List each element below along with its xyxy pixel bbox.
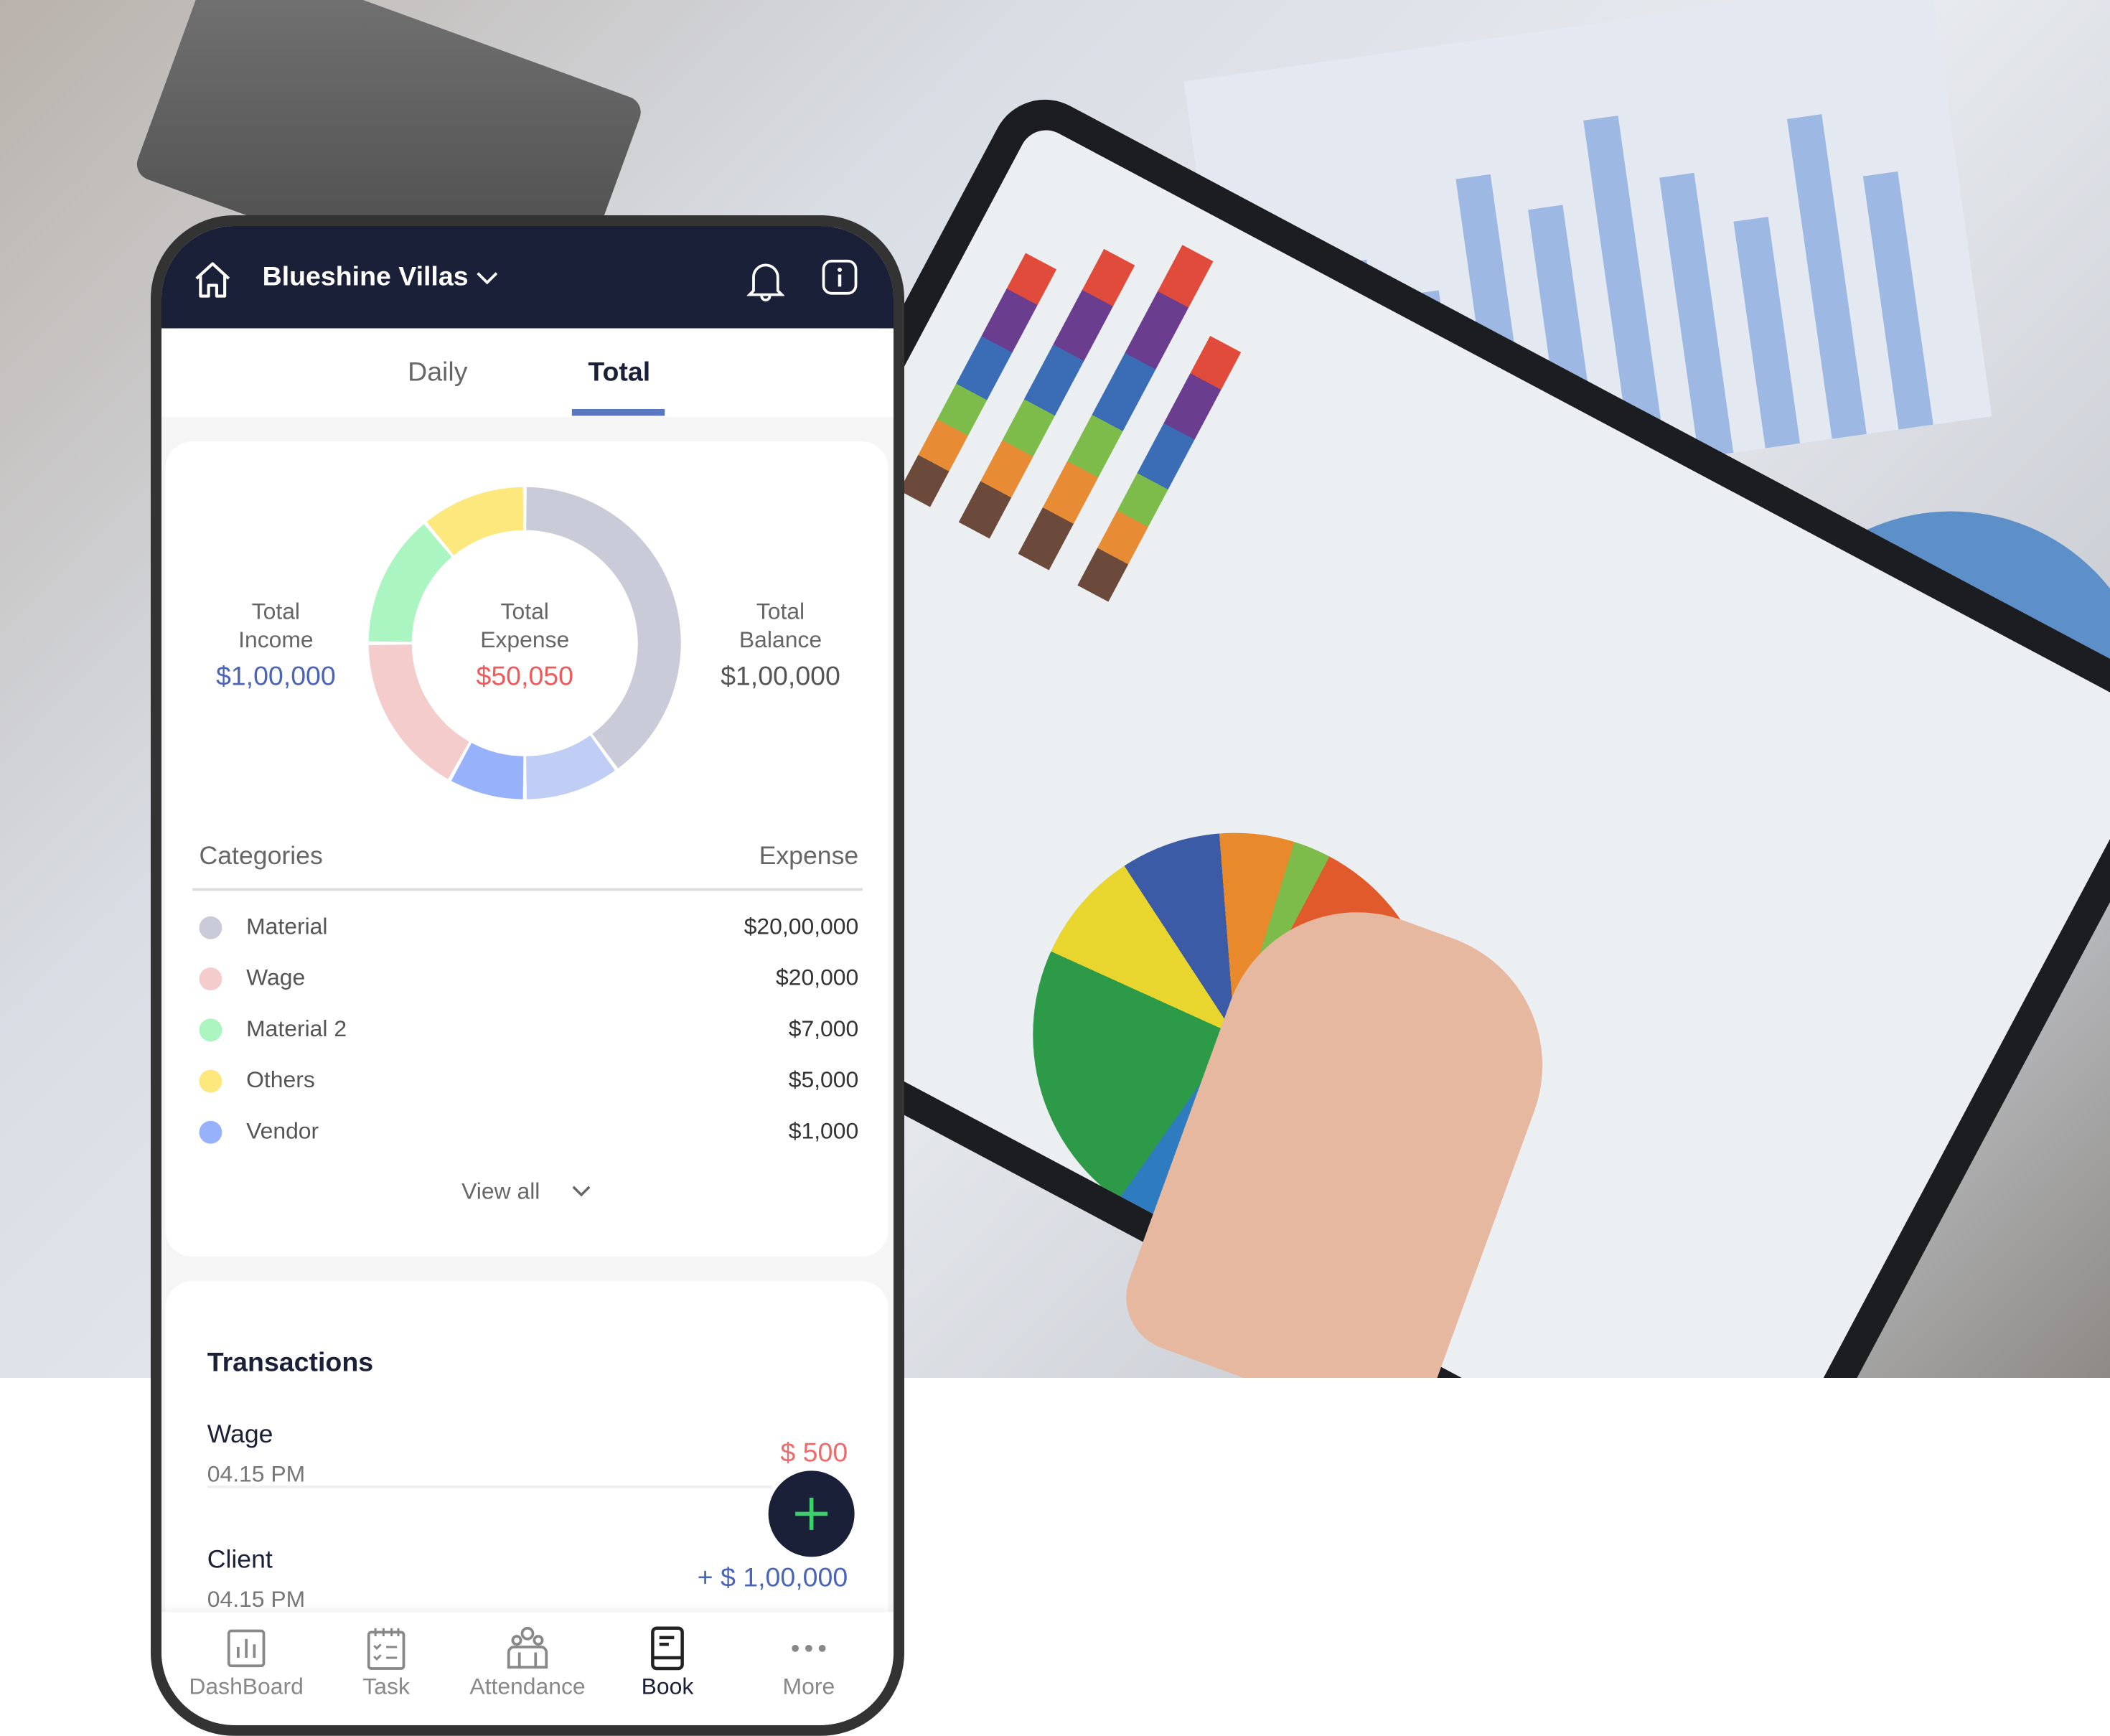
active-tab-indicator — [572, 409, 665, 416]
nav-label: DashBoard — [189, 1674, 303, 1700]
info-icon[interactable] — [821, 258, 859, 296]
category-color-dot — [200, 1070, 222, 1093]
plus-icon — [769, 1470, 855, 1557]
transactions-title: Transactions — [207, 1348, 373, 1379]
chevron-down-icon — [571, 1183, 592, 1199]
category-row[interactable]: Material 2 $7,000 — [200, 1015, 859, 1047]
category-color-dot — [200, 1121, 222, 1144]
category-color-dot — [200, 967, 222, 990]
category-row[interactable]: Wage $20,000 — [200, 964, 859, 996]
category-name: Vendor — [246, 1118, 319, 1145]
category-name: Wage — [246, 965, 305, 992]
income-value: $1,00,000 — [182, 662, 370, 693]
category-amount: $1,000 — [789, 1118, 859, 1145]
category-row[interactable]: Others $5,000 — [200, 1066, 859, 1098]
transaction-row[interactable]: Wage 04.15 PM $ 500 — [207, 1421, 848, 1529]
category-row[interactable]: Material $20,00,000 — [200, 912, 859, 944]
category-amount: $20,000 — [776, 965, 858, 992]
category-row[interactable]: Vendor $1,000 — [200, 1117, 859, 1149]
category-name: Material 2 — [246, 1016, 347, 1043]
add-transaction-button[interactable] — [769, 1470, 855, 1557]
nav-label: More — [783, 1674, 835, 1700]
income-label: TotalIncome — [195, 598, 357, 654]
transaction-amount: + $ 1,00,000 — [698, 1564, 848, 1595]
tab-total[interactable]: Total — [588, 358, 650, 389]
tab-bar: Daily Total — [161, 329, 894, 418]
nav-dashboard[interactable]: DashBoard — [177, 1625, 316, 1701]
nav-label: Attendance — [469, 1674, 585, 1700]
nav-more[interactable]: More — [738, 1625, 878, 1701]
people-icon — [505, 1625, 550, 1671]
tab-daily[interactable]: Daily — [408, 358, 467, 389]
category-amount: $20,00,000 — [744, 914, 859, 941]
project-name[interactable]: Blueshine Villas — [263, 263, 469, 294]
balance-label: TotalBalance — [700, 598, 861, 654]
more-dots-icon — [786, 1625, 832, 1671]
expense-value: $50,050 — [431, 662, 619, 693]
nav-book[interactable]: Book — [598, 1625, 738, 1701]
category-amount: $5,000 — [789, 1067, 859, 1094]
transaction-time: 04.15 PM — [207, 1461, 305, 1488]
home-icon[interactable] — [191, 258, 234, 301]
nav-task[interactable]: Task — [316, 1625, 456, 1701]
summary-card: TotalIncome $1,00,000 TotalExpense $50,0… — [166, 441, 888, 1257]
nav-label: Task — [362, 1674, 410, 1700]
divider — [207, 1486, 773, 1488]
transaction-amount: $ 500 — [780, 1438, 848, 1469]
chevron-down-icon[interactable] — [475, 269, 500, 288]
transaction-name: Client — [207, 1546, 273, 1575]
checklist-icon — [363, 1625, 409, 1671]
category-color-dot — [200, 1018, 222, 1041]
category-name: Material — [246, 914, 327, 941]
transaction-time: 04.15 PM — [207, 1587, 305, 1614]
book-icon — [644, 1625, 690, 1671]
nav-label: Book — [642, 1674, 694, 1700]
donut-segment — [369, 524, 452, 642]
category-amount: $7,000 — [789, 1016, 859, 1043]
category-color-dot — [200, 916, 222, 939]
category-name: Others — [246, 1067, 315, 1094]
app-header: Blueshine Villas — [161, 226, 894, 329]
bell-icon[interactable] — [747, 258, 785, 301]
view-all-button[interactable]: View all — [166, 1179, 888, 1206]
nav-attendance[interactable]: Attendance — [458, 1625, 598, 1701]
bar-chart-icon — [223, 1625, 269, 1671]
balance-value: $1,00,000 — [686, 662, 875, 693]
categories-header: Categories — [200, 843, 323, 872]
expense-header: Expense — [759, 843, 859, 872]
divider — [192, 888, 863, 891]
phone-screen: Blueshine Villas Daily Total TotalIncome… — [151, 215, 904, 1736]
transaction-name: Wage — [207, 1421, 273, 1450]
expense-label: TotalExpense — [444, 598, 606, 654]
